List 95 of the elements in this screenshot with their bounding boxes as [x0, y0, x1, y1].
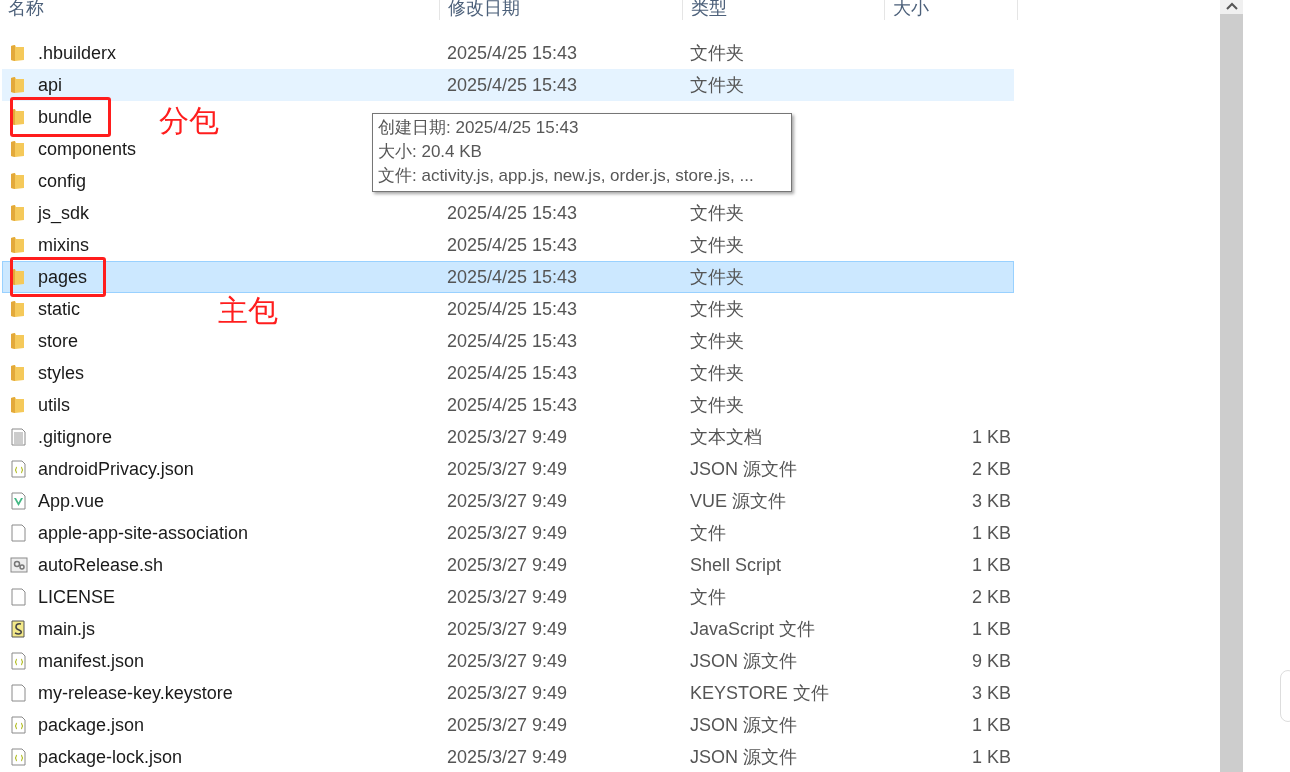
file-name[interactable]: LICENSE	[38, 586, 116, 608]
file-size: 1 KB	[971, 554, 1011, 576]
file-name[interactable]: store	[38, 330, 79, 352]
file-name[interactable]: manifest.json	[38, 650, 145, 672]
file-type: 文件夹	[690, 42, 744, 65]
file-name[interactable]: androidPrivacy.json	[38, 458, 194, 480]
file-size: 1 KB	[971, 746, 1011, 768]
modified-date: 2025/3/27 9:49	[447, 490, 568, 512]
file-type: 文件	[690, 586, 726, 609]
json-file-icon	[10, 460, 28, 478]
file-size: 1 KB	[971, 618, 1011, 640]
size-column-header[interactable]: 大小	[885, 0, 1018, 20]
file-name[interactable]: api	[38, 74, 63, 96]
file-name[interactable]: package-lock.json	[38, 746, 183, 768]
file-size: 1 KB	[971, 522, 1011, 544]
file-name[interactable]: pages	[38, 266, 88, 288]
modified-date: 2025/3/27 9:49	[447, 586, 568, 608]
file-type: 文件	[690, 522, 726, 545]
text-file-icon	[10, 428, 28, 446]
modified-date: 2025/4/25 15:43	[447, 266, 578, 288]
file-name[interactable]: bundle	[38, 106, 93, 128]
gear-file-icon	[10, 556, 28, 574]
vue-file-icon	[10, 492, 28, 510]
file-name[interactable]: static	[38, 298, 80, 320]
annotation-label: 主包	[218, 293, 278, 329]
date-column-header[interactable]: 修改日期	[440, 0, 683, 20]
file-type: JSON 源文件	[690, 714, 797, 737]
type-column-header[interactable]: 类型	[683, 0, 885, 20]
file-size: 9 KB	[971, 650, 1011, 672]
file-name[interactable]: .hbuilderx	[38, 42, 117, 64]
script-file-icon	[10, 620, 28, 638]
file-name[interactable]: App.vue	[38, 490, 105, 512]
file-type: 文件夹	[690, 234, 744, 257]
file-type: 文件夹	[690, 202, 744, 225]
file-type: 文件夹	[690, 266, 744, 289]
file-size: 2 KB	[971, 458, 1011, 480]
file-size: 2 KB	[971, 586, 1011, 608]
file-name[interactable]: apple-app-site-association	[38, 522, 249, 544]
modified-date: 2025/4/25 15:43	[447, 330, 578, 352]
modified-date: 2025/3/27 9:49	[447, 522, 568, 544]
name-column-header[interactable]: 名称	[0, 0, 440, 20]
file-size: 3 KB	[971, 682, 1011, 704]
file-size: 1 KB	[971, 714, 1011, 736]
file-type: Shell Script	[690, 554, 782, 576]
modified-date: 2025/4/25 15:43	[447, 298, 578, 320]
modified-date: 2025/4/25 15:43	[447, 202, 578, 224]
file-size: 1 KB	[971, 426, 1011, 448]
modified-date: 2025/4/25 15:43	[447, 362, 578, 384]
scroll-up-icon[interactable]	[1225, 2, 1238, 10]
file-type: VUE 源文件	[690, 490, 786, 513]
modified-date: 2025/3/27 9:49	[447, 714, 568, 736]
file-name[interactable]: autoRelease.sh	[38, 554, 164, 576]
file-row[interactable]: pages 2025/4/25 15:43 文件夹	[2, 261, 1014, 293]
file-name[interactable]: components	[38, 138, 137, 160]
json-file-icon	[10, 748, 28, 766]
modified-date: 2025/4/25 15:43	[447, 234, 578, 256]
file-type: 文件夹	[690, 298, 744, 321]
file-type: 文件夹	[690, 362, 744, 385]
modified-date: 2025/4/25 15:43	[447, 394, 578, 416]
file-type: KEYSTORE 文件	[690, 682, 829, 705]
file-name[interactable]: config	[38, 170, 87, 192]
modified-date: 2025/3/27 9:49	[447, 650, 568, 672]
file-type: 文件夹	[690, 74, 744, 97]
file-type: JSON 源文件	[690, 650, 797, 673]
file-name[interactable]: js_sdk	[38, 202, 90, 224]
file-type: 文本文档	[690, 426, 762, 449]
modified-date: 2025/3/27 9:49	[447, 682, 568, 704]
modified-date: 2025/4/25 15:43	[447, 74, 578, 96]
modified-date: 2025/3/27 9:49	[447, 426, 568, 448]
json-file-icon	[10, 716, 28, 734]
file-name[interactable]: .gitignore	[38, 426, 113, 448]
annotation-label: 分包	[159, 103, 219, 139]
file-type: JSON 源文件	[690, 458, 797, 481]
file-name[interactable]: styles	[38, 362, 84, 384]
file-size: 3 KB	[971, 490, 1011, 512]
file-type: JSON 源文件	[690, 746, 797, 769]
file-name[interactable]: mixins	[38, 234, 89, 256]
file-row[interactable]: api 2025/4/25 15:43 文件夹	[2, 69, 1014, 101]
json-file-icon	[10, 652, 28, 670]
file-name[interactable]: package.json	[38, 714, 145, 736]
tooltip: 创建日期: 2025/4/25 15:43 大小: 20.4 KB 文件: activity.js, app.js, new.js, order.js, store.js, ...	[372, 113, 792, 192]
modified-date: 2025/3/27 9:49	[447, 458, 568, 480]
file-icon	[10, 588, 28, 606]
file-type: 文件夹	[690, 330, 744, 353]
file-name[interactable]: my-release-key.keystore	[38, 682, 233, 704]
modified-date: 2025/3/27 9:49	[447, 746, 568, 768]
file-name[interactable]: utils	[38, 394, 70, 416]
file-icon	[10, 684, 28, 702]
modified-date: 2025/4/25 15:43	[447, 42, 578, 64]
file-type: JavaScript 文件	[690, 618, 816, 641]
modified-date: 2025/3/27 9:49	[447, 618, 568, 640]
modified-date: 2025/3/27 9:49	[447, 554, 568, 576]
file-type: 文件夹	[690, 394, 744, 417]
file-icon	[10, 524, 28, 542]
file-name[interactable]: main.js	[38, 618, 95, 640]
